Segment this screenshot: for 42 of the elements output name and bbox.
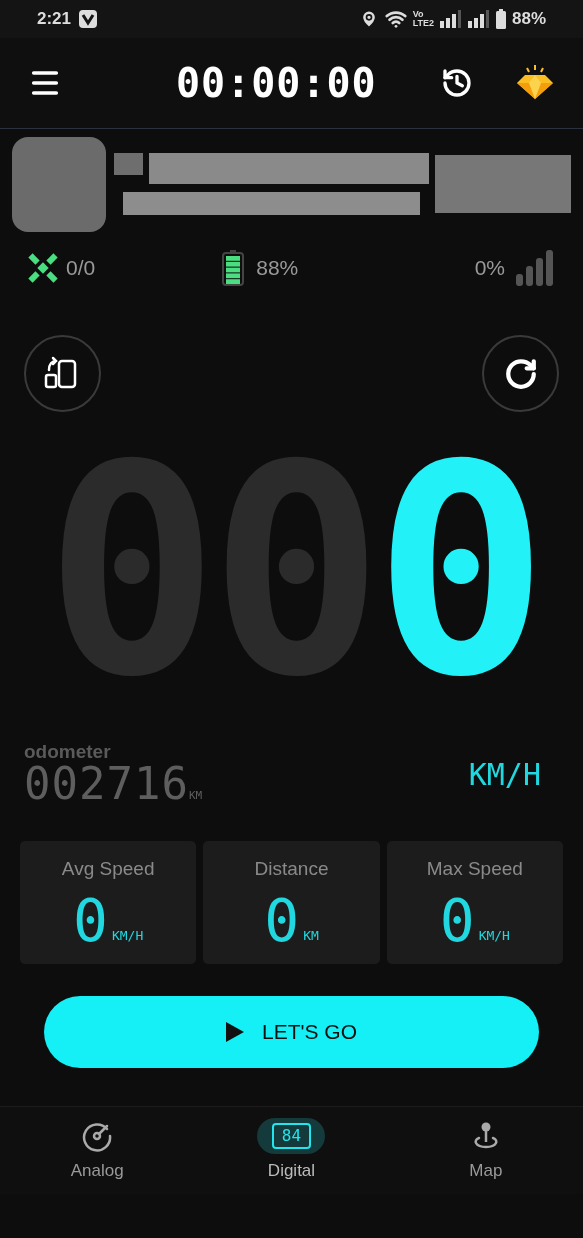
cell-signal-icon — [439, 10, 462, 28]
trip-timer: 00:00:00 — [176, 59, 377, 108]
nav-tab[interactable]: Map — [388, 1107, 583, 1194]
stat-unit: KM/H — [111, 927, 144, 945]
battery-icon — [495, 9, 506, 29]
stat-unit: KM — [303, 927, 319, 945]
wifi-icon — [384, 8, 407, 30]
cell-signal-icon — [467, 10, 490, 28]
app-notification-icon — [79, 10, 98, 28]
gps-signal-percent: 0% — [474, 255, 505, 282]
reset-button[interactable] — [482, 335, 559, 412]
start-button[interactable]: LET'S GO — [44, 996, 539, 1068]
status-time: 2:21 — [37, 8, 72, 31]
device-battery-percent: 88% — [256, 255, 299, 282]
signal-icon — [515, 250, 555, 286]
satellite-icon — [28, 253, 58, 283]
stat-label: Distance — [254, 857, 329, 881]
odometer-label: odometer — [24, 742, 112, 762]
stat-value: 0 — [73, 891, 108, 950]
ad-placeholder-block — [114, 153, 144, 175]
stat-value: 0 — [264, 891, 300, 950]
satellite-count: 0/0 — [66, 255, 96, 282]
stat-value: 0 — [439, 891, 475, 950]
history-icon — [441, 67, 473, 99]
play-icon — [225, 1022, 244, 1042]
odometer-unit: KM — [188, 788, 203, 804]
battery-icon — [222, 250, 245, 286]
volte-label: Vo — [412, 10, 425, 19]
stat-label: Max Speed — [426, 857, 523, 881]
rotate-screen-button[interactable] — [24, 335, 101, 412]
refresh-icon — [503, 356, 538, 391]
nav-tab[interactable]: 84 Digital — [194, 1107, 389, 1194]
nav-tab[interactable]: Analog — [0, 1107, 195, 1194]
speed-digit: 0 — [373, 432, 539, 712]
lte-label: LTE2 — [412, 19, 434, 28]
odometer-value: 002716 — [24, 762, 189, 806]
digital-display-icon: 84 — [271, 1122, 312, 1149]
speed-unit: KM/H — [468, 756, 541, 794]
battery-percent: 88% — [511, 8, 546, 31]
stat-unit: KM/H — [478, 927, 510, 945]
diamond-icon[interactable] — [515, 65, 555, 101]
stat-label: Avg Speed — [61, 857, 155, 881]
